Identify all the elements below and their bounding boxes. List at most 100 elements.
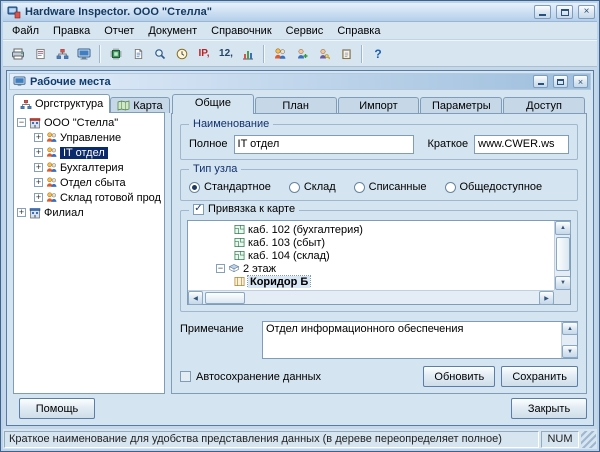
chart-button[interactable] — [237, 43, 259, 64]
tree-item-accounting[interactable]: + Бухгалтерия — [14, 160, 164, 175]
collapse-icon[interactable]: − — [216, 264, 225, 273]
maximize-button[interactable] — [556, 5, 573, 19]
bar-chart-icon — [242, 48, 254, 60]
scroll-down-icon[interactable]: ▼ — [555, 276, 571, 290]
room-icon — [234, 250, 245, 261]
map-tree-item-kab104[interactable]: каб. 104 (склад) — [188, 249, 554, 262]
menu-edit[interactable]: Правка — [46, 23, 97, 39]
help-button-toolbar[interactable]: ? — [367, 43, 389, 64]
left-tabs: Оргструктура Карта — [13, 94, 165, 113]
users-button[interactable] — [269, 43, 291, 64]
menu-help[interactable]: Справка — [330, 23, 387, 39]
scroll-up-icon[interactable]: ▲ — [555, 221, 571, 235]
expand-icon[interactable]: + — [34, 193, 43, 202]
menu-file[interactable]: Файл — [5, 23, 46, 39]
status-bar: Краткое наименование для удобства предст… — [3, 429, 597, 449]
history-button[interactable] — [171, 43, 193, 64]
user-rights-button[interactable] — [313, 43, 335, 64]
short-name-input[interactable] — [474, 135, 569, 154]
actions-row: Автосохранение данных Обновить Сохранить — [180, 366, 578, 387]
counter-icon: 12, — [219, 48, 233, 59]
radio-warehouse[interactable]: Склад — [289, 181, 336, 193]
menu-directory[interactable]: Справочник — [204, 23, 279, 39]
tab-import[interactable]: Импорт — [338, 97, 420, 114]
workplaces-close-button[interactable]: × — [573, 75, 588, 88]
radio-written-off[interactable]: Списанные — [354, 181, 427, 193]
expand-icon[interactable]: + — [34, 163, 43, 172]
map-tree-item-kab103[interactable]: каб. 103 (сбыт) — [188, 236, 554, 249]
documents-button[interactable] — [127, 43, 149, 64]
audit-button[interactable] — [335, 43, 357, 64]
radio-public[interactable]: Общедоступное — [445, 181, 543, 193]
print-button[interactable] — [7, 43, 29, 64]
menu-document[interactable]: Документ — [141, 23, 204, 39]
note-label: Примечание — [180, 321, 256, 359]
scroll-down-icon[interactable]: ▼ — [562, 345, 578, 358]
save-button[interactable]: Сохранить — [501, 366, 578, 387]
corridor-icon — [234, 276, 245, 287]
devices-button[interactable] — [105, 43, 127, 64]
full-name-label: Полное — [189, 138, 228, 150]
expand-icon[interactable]: + — [17, 208, 26, 217]
autosave-checkbox[interactable] — [180, 371, 191, 382]
close-button[interactable]: × — [578, 5, 595, 19]
scroll-up-icon[interactable]: ▲ — [562, 322, 578, 335]
monitor-icon — [77, 48, 91, 60]
tab-page-general: Наименование Полное Краткое Тип узла Ста — [171, 113, 587, 394]
help-button[interactable]: Помощь — [19, 398, 95, 419]
room-icon — [234, 237, 245, 248]
tree-item-warehouse[interactable]: + Склад готовой прод — [14, 190, 164, 205]
note-textarea[interactable]: Отдел информационного обеспечения — [263, 322, 561, 358]
expand-icon[interactable]: + — [34, 148, 43, 157]
tree-item-sales[interactable]: + Отдел сбыта — [14, 175, 164, 190]
help-icon: ? — [374, 47, 381, 61]
refresh-button[interactable]: Обновить — [423, 366, 495, 387]
tab-map[interactable]: Карта — [110, 97, 169, 113]
report-button[interactable] — [29, 43, 51, 64]
tree-item-it-dept[interactable]: + IT отдел — [14, 145, 164, 160]
radio-standard[interactable]: Стандартное — [189, 181, 271, 193]
tab-access[interactable]: Доступ — [503, 97, 585, 114]
close-icon: × — [584, 7, 590, 17]
collapse-icon[interactable]: − — [17, 118, 26, 127]
expand-icon[interactable]: + — [34, 178, 43, 187]
close-dialog-button[interactable]: Закрыть — [511, 398, 587, 419]
menu-report[interactable]: Отчет — [97, 23, 141, 39]
note-box: Отдел информационного обеспечения ▲ ▼ — [262, 321, 578, 359]
tree-item-management[interactable]: + Управление — [14, 130, 164, 145]
map-tree-item-corridor[interactable]: Коридор Б — [188, 275, 554, 288]
scroll-right-icon[interactable]: ▶ — [539, 291, 554, 305]
menu-service[interactable]: Сервис — [279, 23, 331, 39]
workplaces-restore-button[interactable] — [553, 75, 568, 88]
user-add-icon — [296, 48, 308, 60]
expand-icon[interactable]: + — [34, 133, 43, 142]
ip-addresses-button[interactable]: IP, — [193, 43, 215, 64]
numbering-button[interactable]: 12, — [215, 43, 237, 64]
tab-general[interactable]: Общие — [172, 94, 254, 114]
add-user-button[interactable] — [291, 43, 313, 64]
horizontal-scrollbar[interactable]: ◀ ▶ — [188, 290, 554, 304]
map-tree-item-kab102[interactable]: каб. 102 (бухгалтерия) — [188, 223, 554, 236]
minimize-button[interactable] — [534, 5, 551, 19]
note-scrollbar[interactable]: ▲ ▼ — [561, 322, 577, 358]
scroll-left-icon[interactable]: ◀ — [188, 291, 203, 305]
tab-orgstructure[interactable]: Оргструктура — [13, 94, 110, 113]
tab-parameters[interactable]: Параметры — [420, 97, 502, 114]
map-link-checkbox[interactable]: ✓ — [193, 204, 204, 215]
org-structure-button[interactable] — [51, 43, 73, 64]
tree-item-root[interactable]: − ООО "Стелла" — [14, 115, 164, 130]
vertical-scrollbar[interactable]: ▲ ▼ — [554, 221, 570, 290]
resize-grip[interactable] — [581, 431, 596, 448]
full-name-input[interactable] — [234, 135, 414, 154]
tree-item-branch[interactable]: + Филиал — [14, 205, 164, 220]
workplaces-button[interactable] — [73, 43, 95, 64]
autosave-option[interactable]: Автосохранение данных — [180, 371, 417, 383]
tab-plan[interactable]: План — [255, 97, 337, 114]
workplaces-minimize-button[interactable] — [533, 75, 548, 88]
map-tree-item-floor2[interactable]: − 2 этаж — [188, 262, 554, 275]
search-button[interactable] — [149, 43, 171, 64]
department-icon — [46, 162, 57, 173]
scrollbar-thumb[interactable] — [205, 292, 245, 304]
title-bar: Hardware Inspector. ООО "Стелла" × — [3, 3, 597, 22]
scrollbar-thumb[interactable] — [556, 237, 570, 271]
